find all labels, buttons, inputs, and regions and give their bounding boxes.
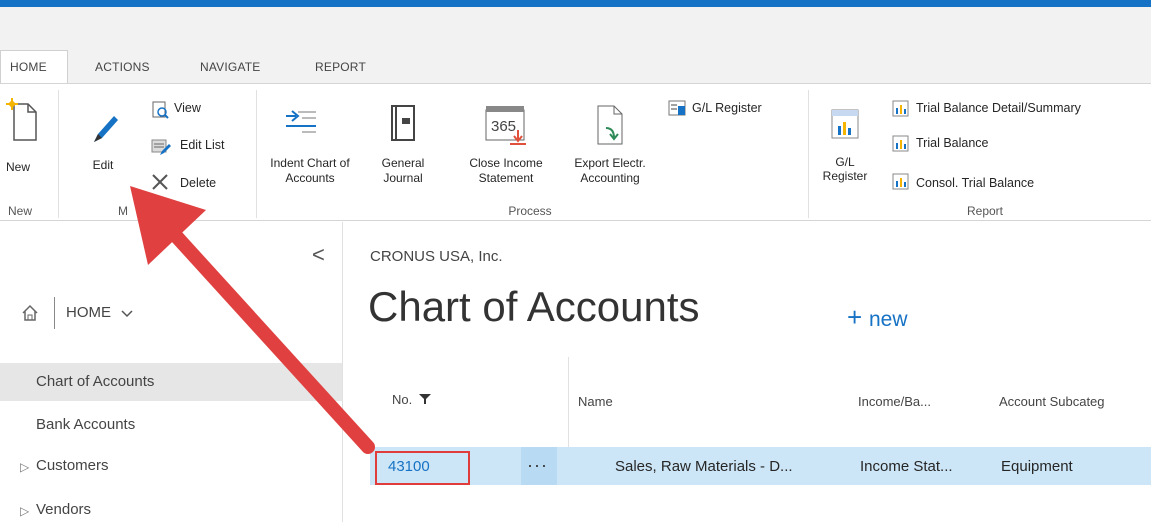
annotation-arrow xyxy=(130,186,375,454)
